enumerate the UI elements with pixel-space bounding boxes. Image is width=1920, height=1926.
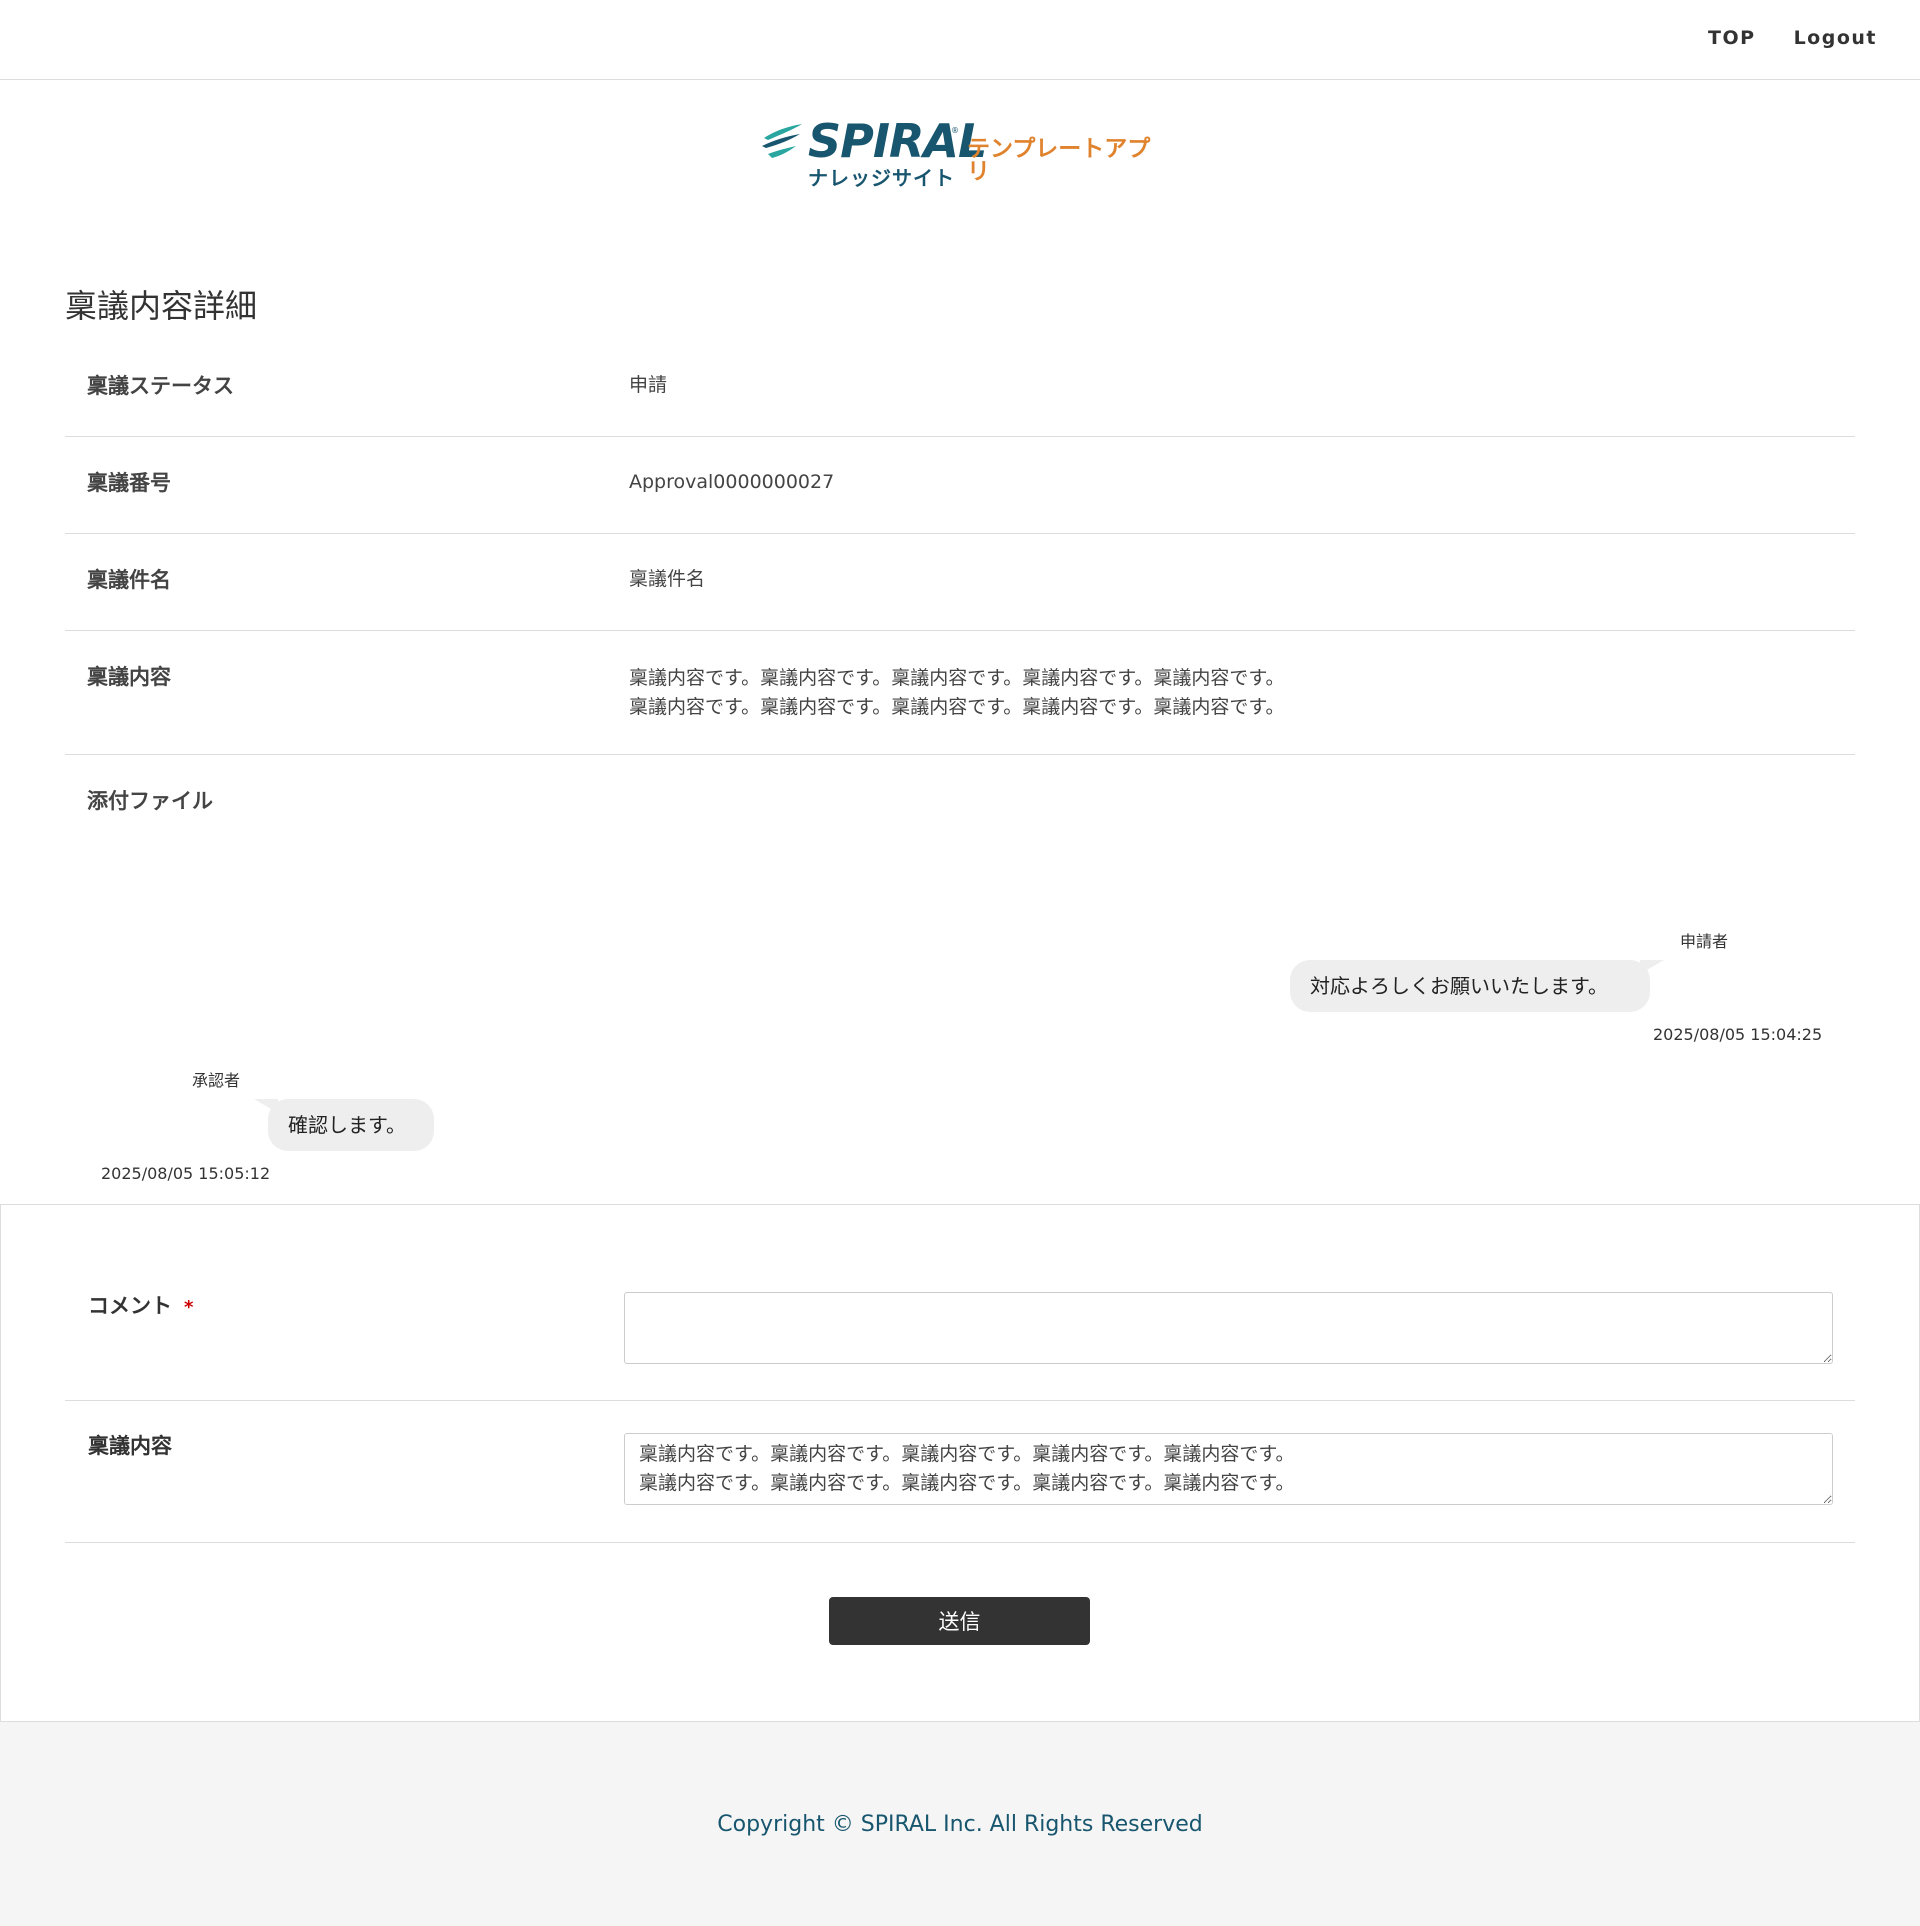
content-label: 稟議内容 [88,1434,172,1458]
comment-textarea[interactable] [624,1292,1833,1364]
logo-subtitle: ナレッジサイト [808,166,955,190]
detail-row-content: 稟議内容 稟議内容です。稟議内容です。稟議内容です。稟議内容です。稟議内容です。… [65,631,1855,755]
detail-label: 稟議ステータス [87,374,234,398]
header-bar: TOP Logout [0,0,1920,80]
detail-value: 稟議内容です。稟議内容です。稟議内容です。稟議内容です。稟議内容です。 稟議内容… [629,667,1285,719]
message-time: 2025/08/05 15:05:12 [101,1164,271,1183]
spiral-logo[interactable]: SPIRAL ® ナレッジサイト テンプレートアプリ [760,118,1170,198]
logo-wordmark: SPIRAL [808,114,987,168]
message-time: 2025/08/05 15:04:25 [1653,1025,1823,1044]
detail-label: 稟議件名 [87,568,171,592]
detail-value: 稟議件名 [629,568,706,590]
required-mark: * [184,1297,194,1318]
submit-button[interactable]: 送信 [829,1597,1090,1645]
comment-label-text: コメント [88,1294,172,1318]
detail-label: 稟議番号 [87,471,171,495]
chat-bubble-approver: 確認します。 [268,1099,434,1151]
form-row-content: 稟議内容 稟議内容です。稟議内容です。稟議内容です。稟議内容です。稟議内容です。… [65,1400,1855,1543]
detail-value: 申請 [629,374,668,396]
spiral-swoosh-icon [762,124,802,158]
top-link[interactable]: TOP [1708,27,1756,49]
detail-row-status: 稟議ステータス 申請 [65,357,1855,437]
sender-name: 申請者 [1680,932,1729,951]
logout-link[interactable]: Logout [1794,27,1877,49]
footer: Copyright © SPIRAL Inc. All Rights Reser… [0,1722,1920,1926]
top-nav: TOP Logout [1708,27,1877,49]
sender-name: 承認者 [192,1071,241,1090]
detail-row-attachment: 添付ファイル [65,755,1855,865]
detail-label: 稟議内容 [87,665,171,689]
logo-app-name: テンプレートアプリ [967,136,1151,185]
bubble-tail [254,1099,278,1113]
copyright-text: Copyright © SPIRAL Inc. All Rights Reser… [717,1812,1203,1837]
logo-registered-mark: ® [951,126,959,135]
detail-row-number: 稟議番号 Approval0000000027 [65,437,1855,534]
content-textarea[interactable]: 稟議内容です。稟議内容です。稟議内容です。稟議内容です。稟議内容です。 稟議内容… [624,1433,1833,1505]
form-row-comment: コメント * [65,1260,1855,1401]
chat-bubble-applicant: 対応よろしくお願いいたします。 [1290,960,1650,1012]
bubble-tail [1640,960,1664,974]
detail-row-subject: 稟議件名 稟議件名 [65,534,1855,631]
detail-label: 添付ファイル [87,789,213,813]
detail-value: Approval0000000027 [629,471,835,493]
comment-label: コメント * [88,1292,193,1321]
page-title: 稟議内容詳細 [65,287,258,325]
